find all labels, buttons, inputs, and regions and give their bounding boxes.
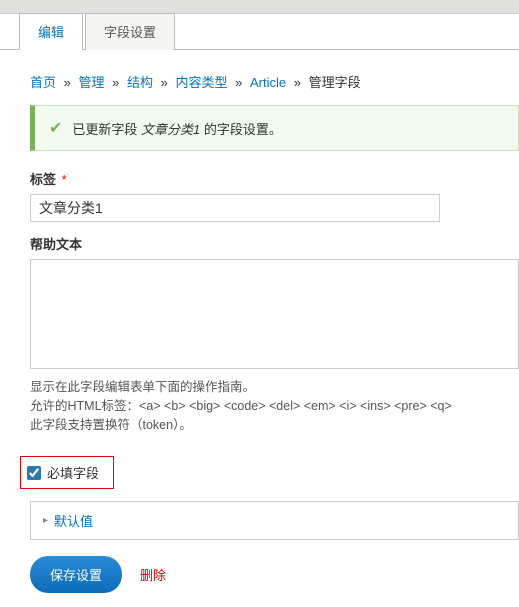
save-button[interactable]: 保存设置 xyxy=(30,556,122,593)
breadcrumb-admin[interactable]: 管理 xyxy=(79,75,105,90)
help-textarea[interactable] xyxy=(30,259,519,369)
window-topbar xyxy=(0,0,519,14)
actions-row: 保存设置 删除 xyxy=(30,556,519,593)
help-description: 显示在此字段编辑表单下面的操作指南。 允许的HTML标签：<a> <b> <bi… xyxy=(30,378,519,434)
default-value-summary[interactable]: ▸ 默认值 xyxy=(43,511,506,530)
label-title: 标签 xyxy=(30,169,56,188)
required-marker: * xyxy=(62,172,67,187)
status-suffix: 的字段设置。 xyxy=(200,122,282,137)
breadcrumb-article[interactable]: Article xyxy=(250,75,286,90)
breadcrumb-home[interactable]: 首页 xyxy=(30,75,56,90)
breadcrumb-current: 管理字段 xyxy=(309,75,361,90)
required-label: 必填字段 xyxy=(47,463,99,482)
breadcrumb-sep: » xyxy=(112,75,119,90)
tabs: 编辑 字段设置 xyxy=(19,13,519,50)
required-checkbox[interactable] xyxy=(27,466,41,480)
tab-field-settings[interactable]: 字段设置 xyxy=(85,13,175,50)
breadcrumb-sep: » xyxy=(294,75,301,90)
status-text: 已更新字段 文章分类1 的字段设置。 xyxy=(72,119,281,138)
default-value-label: 默认值 xyxy=(54,511,93,530)
content-area: 首页 » 管理 » 结构 » 内容类型 » Article » 管理字段 ✔ 已… xyxy=(0,50,519,607)
help-desc-line1: 显示在此字段编辑表单下面的操作指南。 xyxy=(30,378,519,397)
breadcrumb-sep: » xyxy=(64,75,71,90)
help-desc-line3: 此字段支持置换符（token）。 xyxy=(30,416,519,435)
help-field-row: 帮助文本 显示在此字段编辑表单下面的操作指南。 允许的HTML标签：<a> <b… xyxy=(30,234,519,434)
help-title: 帮助文本 xyxy=(30,234,82,253)
status-field-name: 文章分类1 xyxy=(141,122,200,137)
breadcrumb-content-types[interactable]: 内容类型 xyxy=(176,75,228,90)
status-prefix: 已更新字段 xyxy=(72,122,141,137)
breadcrumb: 首页 » 管理 » 结构 » 内容类型 » Article » 管理字段 xyxy=(30,64,519,105)
required-checkbox-row[interactable]: 必填字段 xyxy=(20,456,114,489)
default-value-details[interactable]: ▸ 默认值 xyxy=(30,501,519,540)
chevron-right-icon: ▸ xyxy=(43,515,48,526)
check-icon: ✔ xyxy=(49,118,62,138)
help-desc-line2: 允许的HTML标签：<a> <b> <big> <code> <del> <em… xyxy=(30,397,519,416)
status-message: ✔ 已更新字段 文章分类1 的字段设置。 xyxy=(30,105,519,151)
tab-edit[interactable]: 编辑 xyxy=(19,13,83,50)
delete-link[interactable]: 删除 xyxy=(140,565,166,584)
breadcrumb-structure[interactable]: 结构 xyxy=(127,75,153,90)
label-field-row: 标签 * xyxy=(30,169,519,222)
breadcrumb-sep: » xyxy=(235,75,242,90)
label-input[interactable] xyxy=(30,194,440,222)
breadcrumb-sep: » xyxy=(161,75,168,90)
